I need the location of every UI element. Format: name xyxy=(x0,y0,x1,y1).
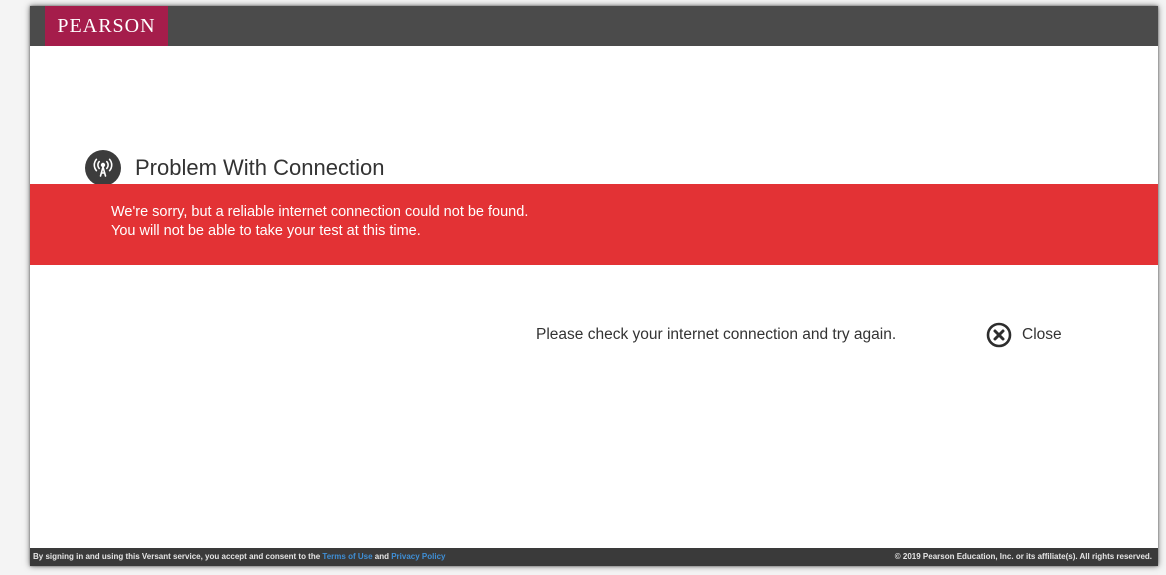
copyright-notice: © 2019 Pearson Education, Inc. or its af… xyxy=(894,552,1152,561)
footer-bar: By signing in and using this Versant ser… xyxy=(30,548,1158,566)
terms-of-use-link[interactable]: Terms of Use xyxy=(322,552,372,561)
pearson-logo: PEARSON xyxy=(45,6,168,46)
consent-and-text: and xyxy=(374,552,389,561)
consent-text: By signing in and using this Versant ser… xyxy=(33,552,321,561)
page-title: Problem With Connection xyxy=(135,155,385,180)
close-label: Close xyxy=(1022,326,1062,343)
close-circle-icon xyxy=(986,322,1012,348)
wireless-signal-icon-graphic xyxy=(93,158,113,177)
consent-notice: By signing in and using this Versant ser… xyxy=(33,552,445,561)
error-message-line-1: We're sorry, but a reliable internet con… xyxy=(111,204,529,220)
app-window: PEARSON Problem With Connection We're so… xyxy=(30,6,1158,566)
check-connection-message: Please check your internet connection an… xyxy=(536,326,897,343)
dialog-heading: Problem With Connection xyxy=(85,148,384,188)
privacy-policy-link[interactable]: Privacy Policy xyxy=(391,552,445,561)
error-message-line-2: You will not be able to take your test a… xyxy=(111,223,421,239)
wireless-signal-icon xyxy=(85,150,121,186)
error-banner: We're sorry, but a reliable internet con… xyxy=(30,184,1158,265)
top-bar: PEARSON xyxy=(30,6,1158,46)
close-button[interactable]: Close xyxy=(986,322,1062,348)
